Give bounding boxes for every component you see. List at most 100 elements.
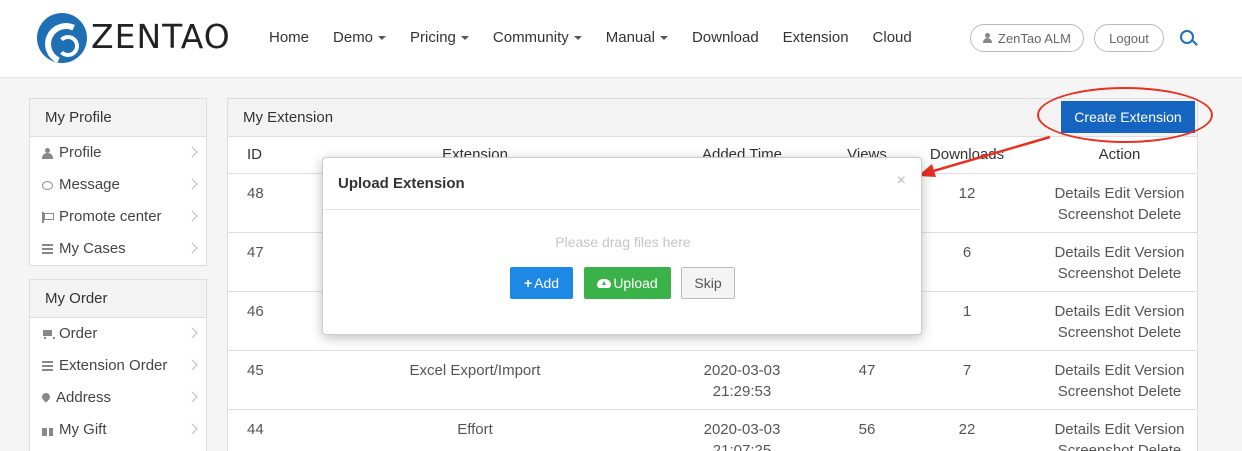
upload-label: Upload — [613, 275, 658, 291]
nav-home[interactable]: Home — [269, 29, 309, 46]
user-icon — [983, 33, 992, 43]
nav-label: Manual — [605, 29, 655, 46]
nav-label: Extension — [782, 29, 849, 46]
nav-label: Community — [492, 29, 569, 46]
nav-pricing[interactable]: Pricing — [410, 29, 469, 46]
row-actions-links[interactable]: Screenshot Delete — [1042, 322, 1197, 343]
order-panel: My Order Order Extension Order Address M… — [29, 279, 207, 451]
nav-label: Home — [269, 29, 310, 46]
sidebar-item-address[interactable]: Address — [30, 382, 206, 414]
row-actions-links[interactable]: Details Edit Version — [1042, 242, 1197, 263]
row-actions-links[interactable]: Screenshot Delete — [1042, 381, 1197, 402]
sidebar-item-label: Extension Order — [59, 357, 168, 374]
chevron-right-icon — [186, 242, 198, 254]
nav-label: Pricing — [410, 29, 456, 46]
row-actions-links[interactable]: Screenshot Delete — [1042, 204, 1197, 225]
cart-icon — [42, 329, 55, 340]
nav-community[interactable]: Community — [493, 29, 582, 46]
cell-actions: Details Edit Version Screenshot Delete — [1042, 173, 1197, 233]
table-row: 44 Effort 2020-03-03 21:07:25 56 22 Detai… — [228, 409, 1197, 451]
sidebar-item-message[interactable]: Message — [30, 169, 206, 201]
skip-button[interactable]: Skip — [681, 267, 735, 299]
zentao-logo-icon[interactable] — [37, 13, 87, 63]
sidebar-item-my-gift[interactable]: My Gift — [30, 414, 206, 446]
profile-panel: My Profile Profile Message Promote cente… — [29, 98, 207, 266]
dialog-title: Upload Extension — [338, 175, 465, 192]
brand-name[interactable]: ZENTAO — [91, 17, 231, 56]
chevron-right-icon — [186, 327, 198, 339]
user-label: ZenTao ALM — [998, 30, 1071, 46]
caret-down-icon — [659, 35, 668, 40]
cell-extension[interactable]: Excel Export/Import — [308, 350, 642, 410]
cell-actions: Details Edit Version Screenshot Delete — [1042, 291, 1197, 351]
cell-views: 56 — [842, 409, 892, 451]
row-actions-links[interactable]: Details Edit Version — [1042, 419, 1197, 440]
nav-manual[interactable]: Manual — [606, 29, 668, 46]
sidebar-item-extension-order[interactable]: Extension Order — [30, 350, 206, 382]
upload-extension-dialog: Upload Extension × Please drag files her… — [322, 157, 922, 335]
table-row: 45 Excel Export/Import 2020-03-03 21:29:5… — [228, 350, 1197, 410]
row-actions-links[interactable]: Details Edit Version — [1042, 301, 1197, 322]
chevron-right-icon — [186, 391, 198, 403]
cell-views: 47 — [842, 350, 892, 410]
gift-icon — [42, 424, 53, 436]
message-icon — [42, 180, 53, 190]
column-header[interactable]: ID — [228, 137, 308, 174]
cell-time: 2020-03-03 21:07:25 — [642, 409, 842, 451]
nav-extension[interactable]: Extension — [783, 29, 849, 46]
caret-down-icon — [573, 35, 582, 40]
row-actions-links[interactable]: Details Edit Version — [1042, 183, 1197, 204]
nav-download[interactable]: Download — [692, 29, 759, 46]
sidebar-item-label: Promote center — [59, 208, 162, 225]
nav-label: Demo — [333, 29, 374, 46]
cloud-upload-icon — [597, 278, 612, 288]
row-actions-links[interactable]: Details Edit Version — [1042, 360, 1197, 381]
sidebar-item-my-cases[interactable]: My Cases — [30, 233, 206, 265]
date: 2020-03-03 — [703, 361, 781, 379]
sidebar-item-label: My Gift — [59, 421, 107, 438]
chevron-right-icon — [186, 178, 198, 190]
chevron-right-icon — [186, 210, 198, 222]
upload-button[interactable]: Upload — [584, 267, 671, 299]
file-drop-zone[interactable]: Please drag files here — [323, 234, 923, 250]
cell-actions: Details Edit Version Screenshot Delete — [1042, 409, 1197, 451]
chevron-right-icon — [186, 359, 198, 371]
cell-id: 44 — [228, 409, 308, 451]
map-pin-icon — [42, 393, 50, 404]
sidebar-item-label: Profile — [59, 144, 102, 161]
cell-id: 47 — [228, 232, 308, 292]
row-actions-links[interactable]: Screenshot Delete — [1042, 440, 1197, 451]
cell-id: 46 — [228, 291, 308, 351]
list-icon — [42, 244, 53, 254]
sidebar-item-profile[interactable]: Profile — [30, 137, 206, 169]
nav-demo[interactable]: Demo — [333, 29, 387, 46]
panel-title: My Order — [30, 280, 206, 318]
chevron-right-icon — [186, 423, 198, 435]
nav-cloud[interactable]: Cloud — [873, 29, 912, 46]
search-icon[interactable] — [1180, 30, 1194, 44]
row-actions-links[interactable]: Screenshot Delete — [1042, 263, 1197, 284]
add-file-button[interactable]: + Add — [510, 267, 573, 299]
cell-id: 45 — [228, 350, 308, 410]
date: 2020-03-03 — [703, 420, 781, 438]
main-nav: Home Demo Pricing Community Manual Downl… — [269, 29, 936, 46]
sidebar-item-label: Message — [59, 176, 120, 193]
sidebar-item-label: Address — [56, 389, 112, 406]
cell-extension[interactable]: Effort — [308, 409, 642, 451]
nav-label: Cloud — [872, 29, 912, 46]
annotation-highlight-oval — [1037, 87, 1213, 143]
cell-id: 48 — [228, 173, 308, 233]
sidebar-item-order[interactable]: Order — [30, 318, 206, 350]
time: 21:29:53 — [712, 382, 772, 400]
cell-downloads: 22 — [892, 409, 1042, 451]
nav-label: Download — [691, 29, 759, 46]
cell-time: 2020-03-03 21:29:53 — [642, 350, 842, 410]
user-menu-button[interactable]: ZenTao ALM — [970, 24, 1084, 52]
table-icon — [42, 360, 53, 372]
cell-actions: Details Edit Version Screenshot Delete — [1042, 232, 1197, 292]
logout-button[interactable]: Logout — [1094, 24, 1164, 52]
sidebar-item-promote-center[interactable]: Promote center — [30, 201, 206, 233]
close-icon[interactable]: × — [897, 172, 906, 190]
time: 21:07:25 — [712, 441, 772, 451]
add-label: Add — [534, 275, 560, 291]
